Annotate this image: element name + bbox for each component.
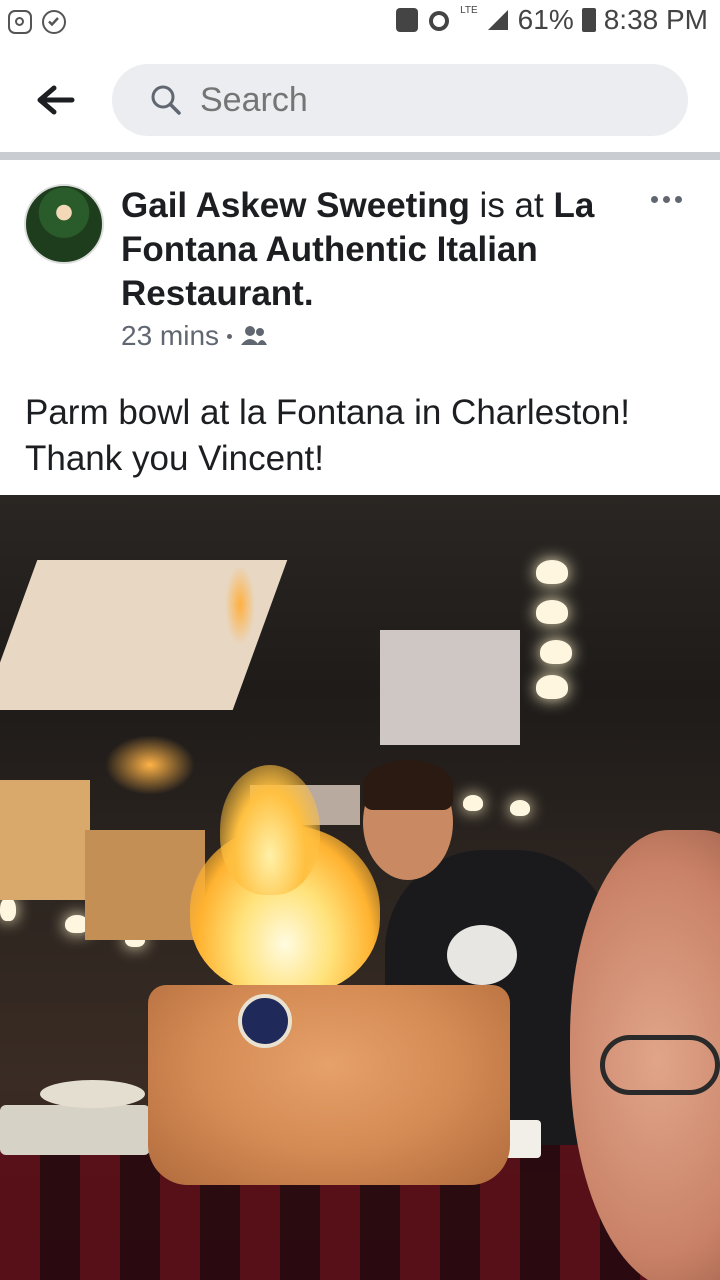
plate — [0, 1105, 150, 1155]
track-light — [536, 675, 568, 699]
separator-dot — [227, 333, 233, 339]
track-light — [540, 640, 572, 664]
search-bar[interactable] — [112, 64, 688, 136]
clock: 8:38 PM — [603, 4, 708, 35]
search-input[interactable] — [200, 64, 660, 136]
flame-reflection — [225, 565, 255, 645]
wall-panel — [85, 830, 205, 940]
header-divider — [0, 152, 720, 160]
post-text-line: Parm bowl at la Fontana in Charleston! — [25, 393, 631, 432]
track-light — [510, 800, 530, 816]
post-headline: Gail Askew Sweeting is at La Fontana Aut… — [121, 184, 601, 316]
track-light — [536, 560, 568, 584]
wall-panel — [0, 780, 90, 900]
parmesan-wheel — [148, 985, 510, 1185]
status-bar: LTE 61% 8:38 PM — [0, 0, 720, 48]
flame — [220, 765, 320, 895]
cup — [505, 1120, 541, 1158]
post-header: Gail Askew Sweeting is at La Fontana Aut… — [0, 160, 720, 370]
guest-glasses — [600, 1035, 720, 1095]
chef-glove — [447, 925, 517, 985]
signal-icon — [487, 10, 508, 30]
chef-hair — [363, 760, 453, 810]
flame — [105, 735, 195, 795]
headline-connector: is at — [469, 186, 554, 225]
back-button[interactable] — [34, 78, 78, 122]
more-options-icon[interactable] — [651, 196, 682, 203]
system-icons: LTE 61% 8:38 PM — [396, 4, 708, 36]
check-circle-icon — [42, 10, 66, 34]
friends-icon — [241, 326, 268, 345]
ceiling-light-panel — [380, 630, 520, 745]
track-light — [536, 600, 568, 624]
post-text-line: Thank you Vincent! — [25, 439, 324, 478]
instagram-icon — [8, 10, 32, 34]
search-icon — [151, 85, 181, 115]
track-light — [463, 795, 483, 811]
author-name[interactable]: Gail Askew Sweeting — [121, 186, 470, 225]
plate — [40, 1080, 145, 1108]
avatar[interactable] — [24, 184, 104, 264]
alarm-icon — [429, 11, 450, 31]
post-photo[interactable] — [0, 495, 720, 1280]
pendant-light — [0, 897, 16, 921]
battery-percent: 61% — [517, 4, 574, 35]
post-time[interactable]: 23 mins — [121, 320, 219, 352]
post-meta: 23 mins — [121, 320, 268, 352]
notification-icons — [8, 10, 66, 34]
post-text: Parm bowl at la Fontana in Charleston! T… — [25, 390, 705, 482]
cheese-seal — [238, 994, 292, 1048]
top-navigation — [0, 48, 720, 152]
battery-icon — [581, 8, 596, 32]
recycle-icon — [396, 8, 419, 32]
network-type: LTE — [460, 4, 478, 16]
back-arrow-icon — [37, 85, 75, 115]
